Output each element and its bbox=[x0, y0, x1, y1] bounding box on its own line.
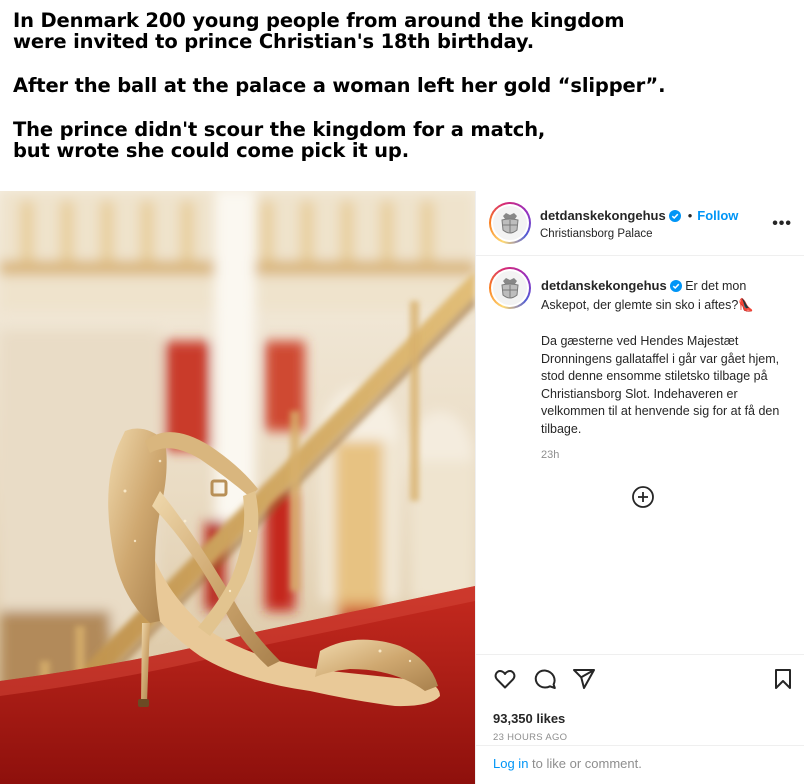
more-options-icon[interactable]: ••• bbox=[772, 215, 792, 233]
separator-dot: • bbox=[687, 208, 693, 223]
royal-crest-icon bbox=[493, 206, 527, 240]
verified-badge-icon bbox=[668, 209, 681, 227]
caption-line-3: After the ball at the palace a woman lef… bbox=[13, 74, 666, 97]
caption-line-2: were invited to prince Christian's 18th … bbox=[13, 30, 534, 53]
high-heel-emoji-icon: 👠 bbox=[738, 298, 754, 312]
paper-plane-icon[interactable] bbox=[572, 667, 596, 691]
post-header: detdanskekongehus • Follow Christiansborg … bbox=[476, 191, 804, 256]
comment-bubble-icon[interactable] bbox=[533, 667, 557, 691]
post-timestamp: 23 HOURS AGO bbox=[493, 732, 568, 743]
likes-count[interactable]: 93,350 likes bbox=[493, 711, 565, 726]
verified-badge-icon bbox=[669, 280, 682, 297]
avatar[interactable] bbox=[489, 267, 531, 309]
heart-icon[interactable] bbox=[493, 667, 517, 691]
avatar[interactable] bbox=[489, 202, 531, 244]
caption-line-1: In Denmark 200 young people from around … bbox=[13, 9, 625, 32]
caption-time[interactable]: 23h bbox=[541, 447, 796, 464]
plus-circle-icon[interactable] bbox=[631, 485, 655, 509]
login-prompt: Log in to like or comment. bbox=[476, 745, 804, 775]
login-prompt-text: to like or comment. bbox=[528, 756, 642, 771]
follow-button[interactable]: Follow bbox=[697, 208, 738, 223]
bookmark-icon[interactable] bbox=[771, 667, 795, 691]
royal-crest-icon bbox=[493, 271, 527, 305]
gold-shoe-on-staircase-image bbox=[0, 191, 475, 784]
post-actions: 93,350 likes 23 HOURS AGO Log in to like… bbox=[476, 654, 804, 774]
login-link[interactable]: Log in bbox=[493, 756, 528, 771]
location-link[interactable]: Christiansborg Palace bbox=[540, 228, 653, 240]
post-panel: detdanskekongehus • Follow Christiansborg … bbox=[475, 191, 804, 784]
username[interactable]: detdanskekongehus bbox=[540, 208, 666, 223]
post-photo[interactable] bbox=[0, 191, 475, 784]
meme-caption: In Denmark 200 young people from around … bbox=[13, 10, 793, 161]
caption-line-5: but wrote she could come pick it up. bbox=[13, 139, 409, 162]
caption-line-4: The prince didn't scour the kingdom for … bbox=[13, 118, 546, 141]
caption-username[interactable]: detdanskekongehus bbox=[541, 278, 667, 293]
caption-body: Da gæsterne ved Hendes Majestæt Dronning… bbox=[541, 334, 780, 436]
